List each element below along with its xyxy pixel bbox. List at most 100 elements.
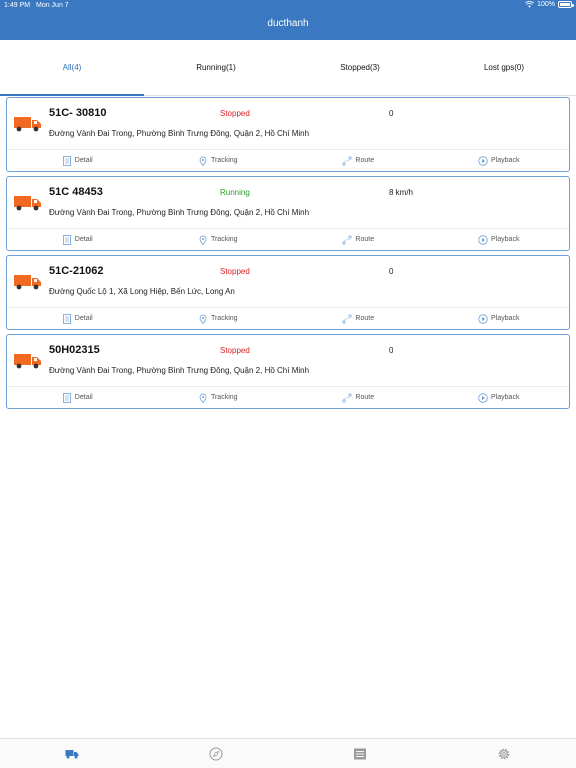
card-actions: Detail Tracking Route Playback bbox=[7, 386, 569, 408]
play-icon bbox=[478, 392, 488, 403]
vehicle-card[interactable]: 50H02315 Stopped 0 Đường Vành Đai Trong,… bbox=[6, 334, 570, 409]
tab-lost-gps[interactable]: Lost gps(0) bbox=[432, 40, 576, 95]
location-pin-icon bbox=[199, 235, 207, 245]
play-icon bbox=[478, 155, 488, 166]
vehicle-address: Đường Vành Đai Trong, Phường Bình Trưng … bbox=[49, 129, 310, 138]
location-pin-icon bbox=[199, 156, 207, 166]
vehicle-speed: 0 bbox=[389, 346, 394, 355]
card-actions: Detail Tracking Route Playback bbox=[7, 149, 569, 171]
vehicle-address: Đường Vành Đai Trong, Phường Bình Trưng … bbox=[49, 208, 310, 217]
tracking-button[interactable]: Tracking bbox=[148, 387, 289, 408]
bottom-nav-settings[interactable] bbox=[432, 739, 576, 768]
tracking-label: Tracking bbox=[210, 236, 238, 243]
vehicle-plate: 50H02315 bbox=[49, 344, 100, 356]
bottom-nav-map[interactable] bbox=[144, 739, 288, 768]
vehicle-speed: 0 bbox=[389, 267, 394, 276]
tracking-label: Tracking bbox=[210, 157, 238, 164]
vehicle-address: Đường Quốc Lộ 1, Xã Long Hiệp, Bến Lức, … bbox=[49, 287, 235, 296]
play-icon bbox=[478, 313, 488, 324]
detail-button[interactable]: Detail bbox=[7, 229, 148, 250]
playback-button[interactable]: Playback bbox=[429, 308, 570, 329]
detail-label: Detail bbox=[74, 394, 93, 401]
vehicle-plate: 51C- 30810 bbox=[49, 107, 107, 119]
page-title: ducthanh bbox=[267, 18, 309, 29]
document-icon bbox=[62, 234, 71, 245]
vehicle-plate: 51C-21062 bbox=[49, 265, 104, 277]
bottom-nav-reports[interactable] bbox=[288, 739, 432, 768]
compass-tab-icon bbox=[209, 747, 223, 760]
route-label: Route bbox=[355, 157, 375, 164]
truck-tab-icon bbox=[65, 749, 79, 758]
playback-label: Playback bbox=[491, 394, 520, 401]
location-pin-icon bbox=[199, 393, 207, 403]
detail-label: Detail bbox=[74, 236, 93, 243]
vehicle-address: Đường Vành Đai Trong, Phường Bình Trưng … bbox=[49, 366, 310, 375]
route-button[interactable]: Route bbox=[288, 308, 429, 329]
playback-label: Playback bbox=[491, 315, 520, 322]
tracking-label: Tracking bbox=[210, 315, 238, 322]
vehicle-status: Stopped bbox=[220, 267, 250, 276]
route-button[interactable]: Route bbox=[288, 150, 429, 171]
document-icon bbox=[62, 313, 71, 324]
app-header: 1:49 PM Mon Jun 7 100% ducthanh bbox=[0, 0, 576, 40]
route-icon bbox=[342, 313, 352, 324]
playback-button[interactable]: Playback bbox=[429, 150, 570, 171]
vehicle-speed: 8 km/h bbox=[389, 188, 414, 197]
vehicle-status: Running bbox=[220, 188, 250, 197]
vehicle-card[interactable]: 51C- 30810 Stopped 0 Đường Vành Đai Tron… bbox=[6, 97, 570, 172]
detail-label: Detail bbox=[74, 315, 93, 322]
tracking-button[interactable]: Tracking bbox=[148, 308, 289, 329]
status-right: 100% bbox=[525, 1, 574, 8]
status-time: 1:49 PM bbox=[4, 2, 31, 9]
tracking-button[interactable]: Tracking bbox=[148, 229, 289, 250]
status-date: Mon Jun 7 bbox=[36, 2, 69, 9]
vehicle-status: Stopped bbox=[220, 109, 250, 118]
vehicle-card[interactable]: 51C-21062 Stopped 0 Đường Quốc Lộ 1, Xã … bbox=[6, 255, 570, 330]
truck-icon bbox=[14, 117, 41, 132]
vehicle-status: Stopped bbox=[220, 346, 250, 355]
vehicle-card[interactable]: 51C 48453 Running 8 km/h Đường Vành Đai … bbox=[6, 176, 570, 251]
route-label: Route bbox=[355, 394, 375, 401]
route-label: Route bbox=[355, 315, 375, 322]
wifi-icon bbox=[525, 1, 535, 8]
route-icon bbox=[342, 392, 352, 403]
route-label: Route bbox=[355, 236, 375, 243]
truck-icon bbox=[14, 196, 41, 211]
play-icon bbox=[478, 234, 488, 245]
vehicle-list: 51C- 30810 Stopped 0 Đường Vành Đai Tron… bbox=[6, 97, 570, 413]
card-actions: Detail Tracking Route Playback bbox=[7, 307, 569, 329]
battery-icon bbox=[558, 1, 574, 8]
route-icon bbox=[342, 234, 352, 245]
detail-button[interactable]: Detail bbox=[7, 308, 148, 329]
detail-button[interactable]: Detail bbox=[7, 150, 148, 171]
bottom-nav-vehicles[interactable] bbox=[0, 739, 144, 768]
truck-icon bbox=[14, 354, 41, 369]
route-icon bbox=[342, 155, 352, 166]
playback-button[interactable]: Playback bbox=[429, 387, 570, 408]
battery-percent: 100% bbox=[537, 1, 555, 8]
vehicle-speed: 0 bbox=[389, 109, 394, 118]
bottom-nav bbox=[0, 738, 576, 768]
card-actions: Detail Tracking Route Playback bbox=[7, 228, 569, 250]
report-tab-icon bbox=[354, 748, 366, 759]
tracking-button[interactable]: Tracking bbox=[148, 150, 289, 171]
tab-running[interactable]: Running(1) bbox=[144, 40, 288, 95]
playback-label: Playback bbox=[491, 236, 520, 243]
location-pin-icon bbox=[199, 314, 207, 324]
playback-label: Playback bbox=[491, 157, 520, 164]
document-icon bbox=[62, 155, 71, 166]
tracking-label: Tracking bbox=[210, 394, 238, 401]
route-button[interactable]: Route bbox=[288, 387, 429, 408]
vehicle-plate: 51C 48453 bbox=[49, 186, 103, 198]
detail-button[interactable]: Detail bbox=[7, 387, 148, 408]
tab-stopped[interactable]: Stopped(3) bbox=[288, 40, 432, 95]
truck-icon bbox=[14, 275, 41, 290]
route-button[interactable]: Route bbox=[288, 229, 429, 250]
settings-tab-icon bbox=[498, 748, 510, 759]
detail-label: Detail bbox=[74, 157, 93, 164]
status-bar: 1:49 PM Mon Jun 7 100% bbox=[0, 0, 576, 12]
document-icon bbox=[62, 392, 71, 403]
playback-button[interactable]: Playback bbox=[429, 229, 570, 250]
tab-all[interactable]: All(4) bbox=[0, 40, 144, 96]
status-tabs: All(4) Running(1) Stopped(3) Lost gps(0) bbox=[0, 40, 576, 96]
